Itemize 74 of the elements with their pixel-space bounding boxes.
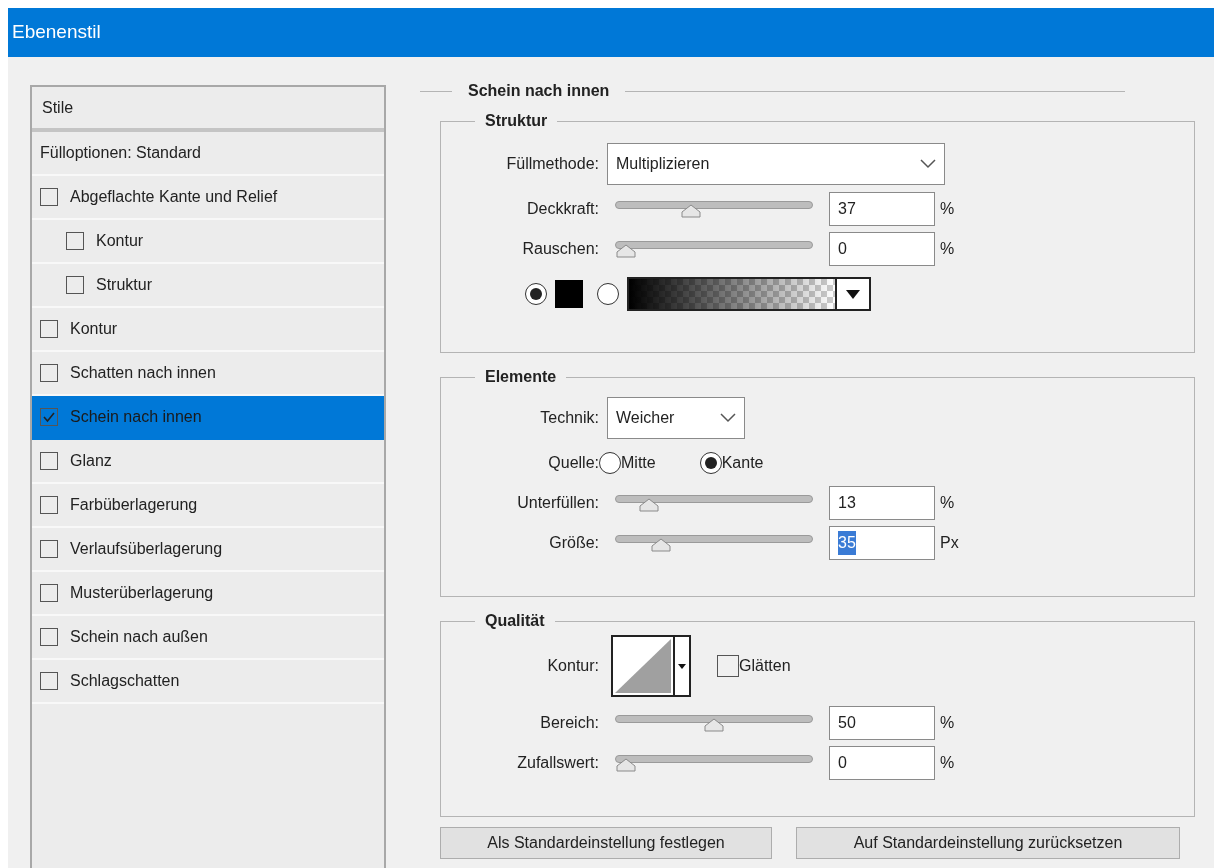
slider[interactable] bbox=[615, 493, 813, 513]
group-title: Struktur bbox=[484, 111, 549, 131]
contour-preview bbox=[613, 637, 673, 695]
checkbox[interactable] bbox=[40, 320, 58, 338]
checkbox[interactable] bbox=[40, 584, 58, 602]
value-field[interactable]: 50 bbox=[829, 706, 935, 740]
window-title: Ebenenstil bbox=[12, 20, 101, 45]
contour-picker[interactable] bbox=[611, 635, 691, 697]
value-field[interactable]: 0 bbox=[829, 746, 935, 780]
slider-label: Rauschen: bbox=[521, 239, 599, 259]
slider[interactable] bbox=[615, 239, 813, 259]
value-field[interactable]: 35 bbox=[829, 526, 935, 560]
dropdown[interactable]: Weicher bbox=[607, 397, 745, 439]
slider-label: Unterfüllen: bbox=[516, 493, 599, 513]
checkbox[interactable] bbox=[40, 408, 58, 426]
checkbox[interactable] bbox=[40, 628, 58, 646]
action-button[interactable]: Auf Standardeinstellung zurücksetzen bbox=[796, 827, 1180, 859]
radio-option[interactable]: Mitte bbox=[599, 451, 656, 475]
value-field[interactable]: 37 bbox=[829, 192, 935, 226]
slider-label: Deckkraft: bbox=[526, 199, 599, 219]
checkbox[interactable] bbox=[40, 452, 58, 470]
radio-button[interactable] bbox=[699, 452, 722, 474]
value-field[interactable]: 13 bbox=[829, 486, 935, 520]
caret-down-icon bbox=[678, 663, 686, 669]
unit-label: % bbox=[940, 239, 955, 259]
slider[interactable] bbox=[615, 713, 813, 733]
checkbox[interactable] bbox=[717, 655, 739, 677]
unit-label: % bbox=[940, 753, 955, 773]
slider[interactable] bbox=[615, 199, 813, 219]
group-title: Elemente bbox=[484, 367, 558, 387]
slider-label: Größe: bbox=[548, 533, 599, 553]
checkbox[interactable] bbox=[66, 276, 84, 294]
slider-thumb[interactable] bbox=[703, 718, 725, 732]
field-label: Kontur: bbox=[546, 656, 599, 676]
checkbox[interactable] bbox=[66, 232, 84, 250]
chevron-down-icon bbox=[920, 159, 936, 169]
slider-thumb[interactable] bbox=[615, 758, 637, 772]
caret-down-icon bbox=[846, 289, 860, 299]
slider-thumb[interactable] bbox=[650, 538, 673, 552]
value-field[interactable]: 0 bbox=[829, 232, 935, 266]
style-list-item[interactable]: Schein nach innen bbox=[32, 396, 384, 440]
slider-label: Bereich: bbox=[539, 713, 599, 733]
action-button[interactable]: Als Standardeinstellung festlegen bbox=[440, 827, 772, 859]
chevron-down-icon bbox=[720, 413, 736, 423]
checkbox[interactable] bbox=[40, 672, 58, 690]
radio-option[interactable]: Kante bbox=[699, 451, 764, 475]
slider[interactable] bbox=[615, 753, 813, 773]
slider-thumb[interactable] bbox=[680, 204, 703, 218]
field-label: Füllmethode: bbox=[505, 154, 599, 174]
unit-label: % bbox=[940, 713, 955, 733]
gradient-picker[interactable] bbox=[627, 277, 871, 311]
checkbox[interactable] bbox=[40, 188, 58, 206]
color-swatch[interactable] bbox=[555, 280, 583, 308]
field-label: Quelle: bbox=[547, 453, 599, 473]
slider[interactable] bbox=[615, 533, 813, 553]
radio-button[interactable] bbox=[525, 283, 547, 305]
radio-button[interactable] bbox=[597, 283, 619, 305]
slider-thumb[interactable] bbox=[615, 244, 637, 258]
checkmark-icon bbox=[42, 410, 56, 424]
slider-label: Zufallswert: bbox=[516, 753, 599, 773]
radio-button[interactable] bbox=[599, 452, 621, 474]
checkbox[interactable] bbox=[40, 496, 58, 514]
field-label: Technik: bbox=[539, 408, 599, 428]
unit-label: % bbox=[940, 493, 955, 513]
checkbox[interactable] bbox=[40, 540, 58, 558]
slider-thumb[interactable] bbox=[637, 498, 660, 512]
unit-label: Px bbox=[940, 533, 959, 553]
checkbox-label: Glätten bbox=[739, 656, 791, 676]
dropdown[interactable]: Multiplizieren bbox=[607, 143, 945, 185]
checkbox[interactable] bbox=[40, 364, 58, 382]
section-title: Schein nach innen bbox=[467, 81, 611, 101]
list-header: Stile bbox=[42, 97, 74, 118]
group-title: Qualität bbox=[484, 611, 546, 631]
unit-label: % bbox=[940, 199, 955, 219]
